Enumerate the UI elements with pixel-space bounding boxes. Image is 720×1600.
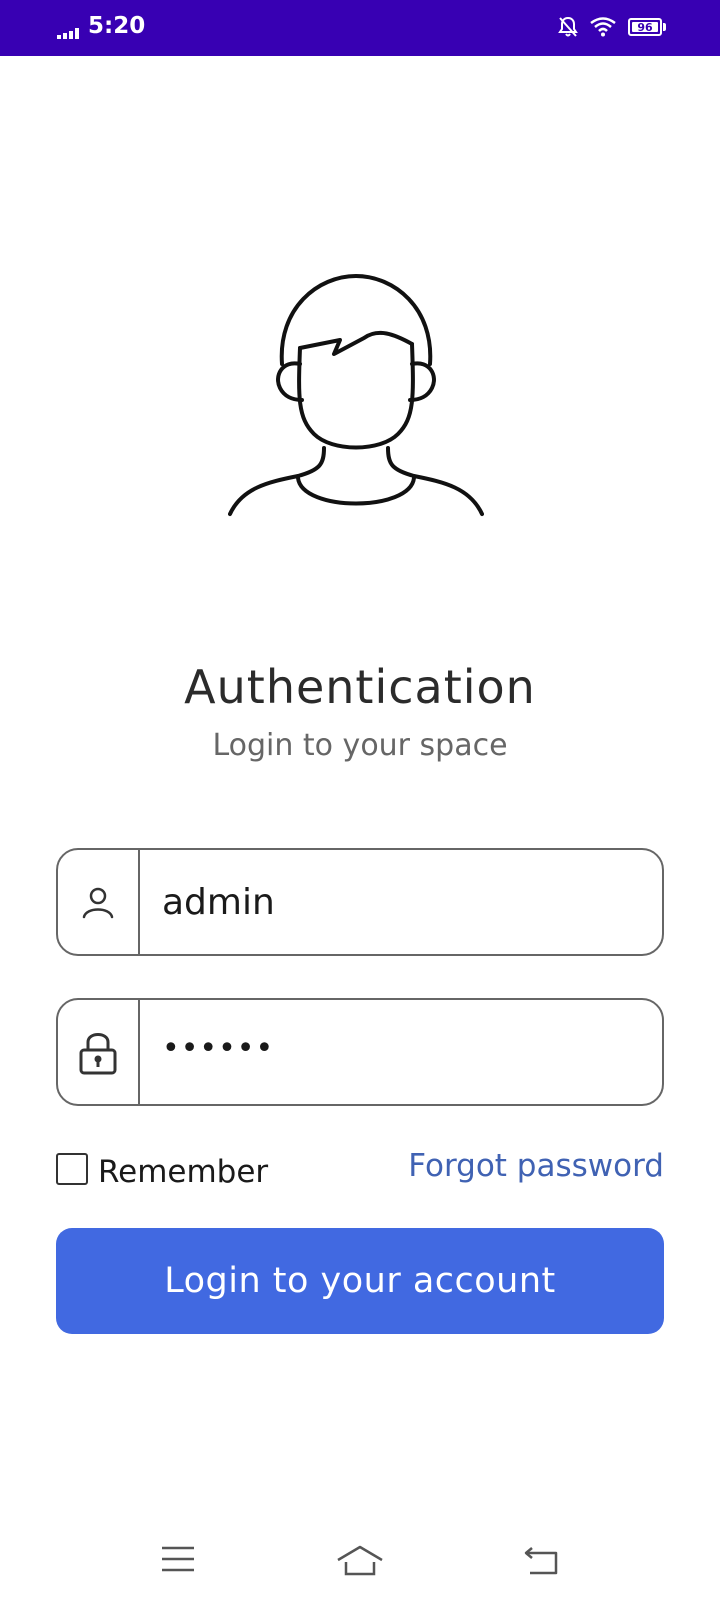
password-input[interactable]: •••••• — [140, 1000, 662, 1104]
remember-label[interactable]: Remember — [98, 1154, 268, 1190]
remember-checkbox[interactable] — [56, 1153, 88, 1185]
wifi-icon — [590, 17, 616, 37]
forgot-password-link[interactable]: Forgot password — [408, 1148, 664, 1184]
lock-icon — [79, 1033, 117, 1075]
battery-level: 96 — [637, 20, 653, 34]
user-icon — [82, 887, 114, 919]
user-avatar-icon — [228, 274, 484, 516]
username-icon-box — [58, 850, 140, 954]
status-time: 5:20 — [88, 13, 146, 39]
home-icon[interactable] — [336, 1544, 384, 1578]
status-bar: 5:20 96 — [0, 0, 720, 56]
password-field[interactable]: •••••• — [56, 998, 664, 1106]
back-icon[interactable] — [522, 1544, 560, 1576]
notifications-off-icon — [558, 16, 578, 37]
battery-icon: 96 — [628, 18, 662, 36]
signal-icon — [57, 28, 79, 39]
system-nav-bar — [0, 1530, 720, 1600]
page-title: Authentication — [184, 660, 536, 714]
menu-icon[interactable] — [160, 1544, 196, 1574]
remember-row: Remember — [56, 1148, 268, 1190]
username-field[interactable]: admin — [56, 848, 664, 956]
password-icon-box — [58, 1000, 140, 1104]
status-icons: 96 — [558, 16, 666, 38]
page-subtitle: Login to your space — [212, 728, 508, 763]
login-button[interactable]: Login to your account — [56, 1228, 664, 1334]
username-input[interactable]: admin — [140, 850, 662, 954]
